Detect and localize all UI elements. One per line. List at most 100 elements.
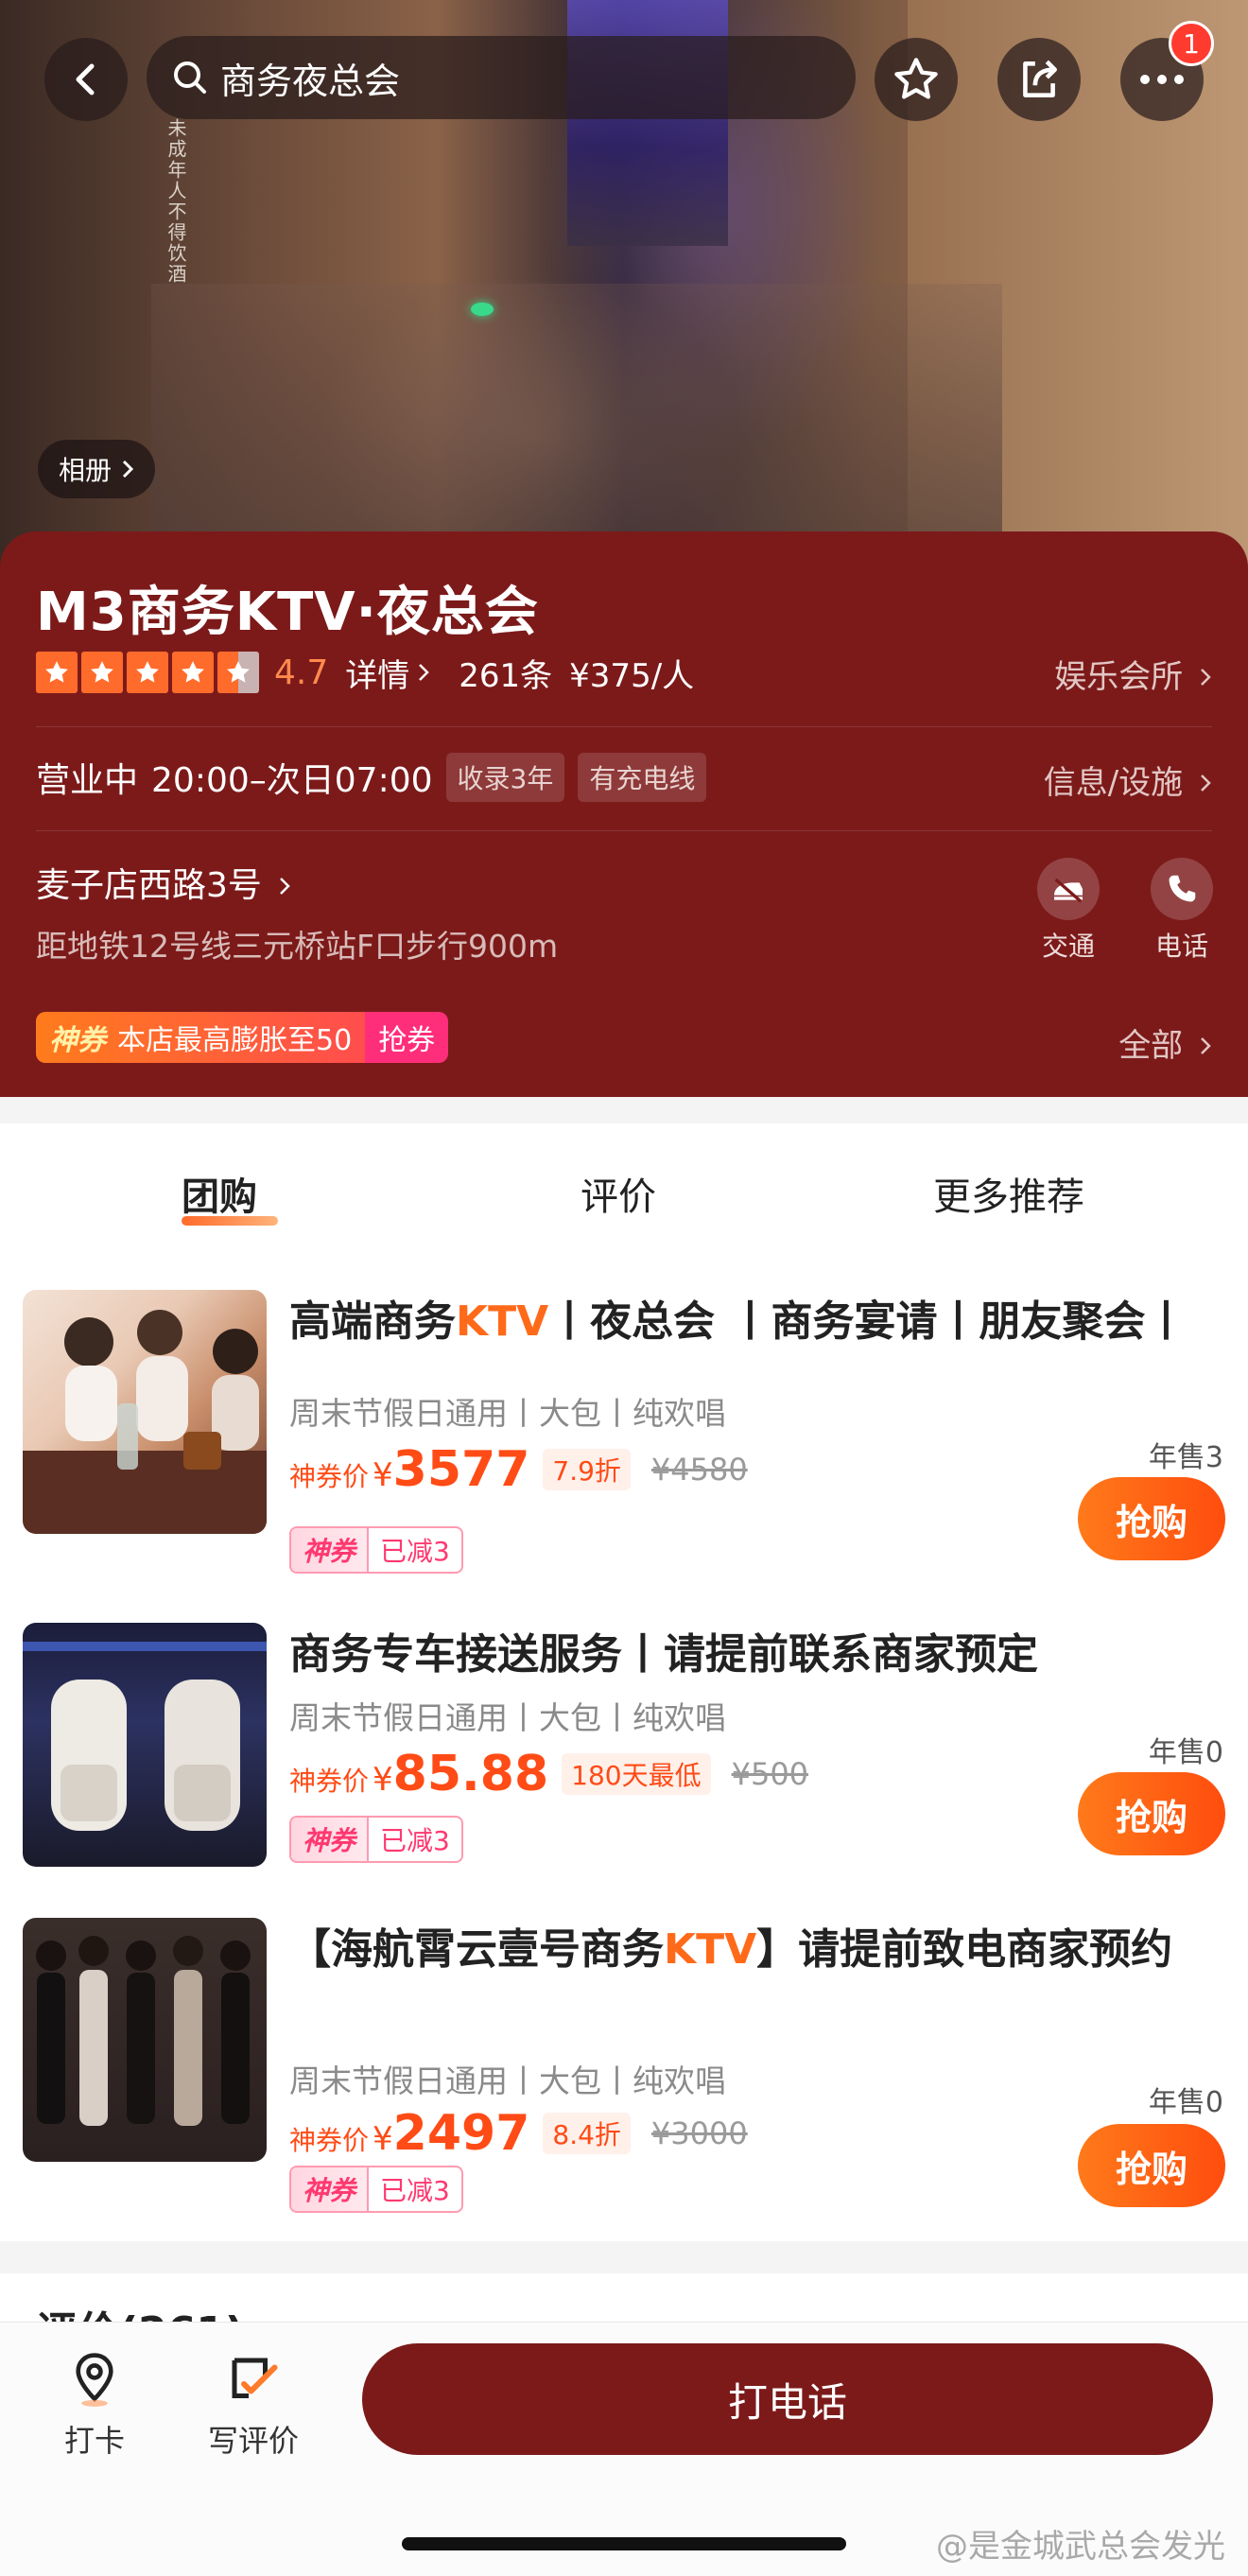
search-icon — [174, 61, 206, 94]
coupon-description: 本店最高膨胀至50 — [117, 1024, 353, 1057]
deal-coupon-tag[interactable]: 神券 已减3 — [289, 2166, 463, 2213]
share-button[interactable] — [997, 38, 1081, 121]
tab-more-recommendations[interactable]: 更多推荐 — [933, 1166, 1084, 1221]
price-label: 神券价 — [289, 1766, 370, 1797]
original-price: ¥4580 — [650, 1452, 748, 1488]
tab-bar: 团购 评价 更多推荐 — [0, 1123, 1248, 1256]
details-link[interactable]: 详情 — [345, 650, 409, 696]
divider — [36, 726, 1212, 727]
deal-thumbnail — [23, 1290, 267, 1534]
info-facilities-label: 信息/设施 — [1043, 764, 1184, 802]
currency: ¥ — [373, 2120, 393, 2158]
edit-review-icon — [232, 2358, 278, 2398]
all-coupons-link[interactable]: 全部 — [1118, 1019, 1212, 1066]
deal-title-text: 商务专车接送服务丨请提前联系商家预定 — [289, 1630, 1038, 1679]
tab-reviews[interactable]: 评价 — [581, 1166, 656, 1221]
deal-item[interactable]: 商务专车接送服务丨请提前联系商家预定 周末节假日通用丨大包丨纯欢唱 神券价 ¥ … — [0, 1623, 1248, 1906]
coupon-applied: 已减3 — [367, 1818, 461, 1861]
annual-sales: 年售0 — [1148, 1736, 1223, 1769]
price-value: 85.88 — [392, 1746, 549, 1802]
deal-title-highlight: KTV — [456, 1297, 549, 1346]
open-status: 营业中 — [36, 761, 139, 800]
coupon-applied: 已减3 — [367, 1528, 461, 1572]
chevron-right-icon — [1201, 669, 1211, 686]
discount-badge: 180天最低 — [562, 1753, 711, 1795]
price-label: 神券价 — [289, 2125, 370, 2156]
info-facilities-link[interactable]: 信息/设施 — [1044, 757, 1212, 803]
deal-coupon-tag[interactable]: 神券 已减3 — [289, 1816, 463, 1863]
favorite-button[interactable] — [875, 38, 958, 121]
phone-button[interactable]: 电话 — [1139, 858, 1224, 964]
write-review-button[interactable]: 写评价 — [201, 2351, 305, 2461]
star-half-icon — [217, 652, 259, 693]
divider — [36, 830, 1212, 831]
deals-section: 团购 评价 更多推荐 高端商务KTV丨夜总会 丨商务宴请丨朋友聚会丨 周末节假日… — [0, 1123, 1248, 2241]
price-value: 2497 — [392, 2105, 530, 2162]
chevron-right-icon — [1201, 775, 1211, 792]
coupon-brand: 神券 — [291, 1818, 368, 1861]
tag-charging-cable: 有充电线 — [578, 753, 707, 802]
hours-row: 营业中 20:00–次日07:00 收录3年 有充电线 — [36, 751, 707, 804]
search-bar[interactable]: 商务夜总会 — [147, 36, 856, 119]
tab-group-buy[interactable]: 团购 — [182, 1166, 257, 1221]
star-icon — [81, 652, 123, 693]
chevron-right-icon — [1201, 1037, 1211, 1054]
phone-icon — [1151, 858, 1213, 920]
review-count: 261条 — [459, 656, 553, 695]
photo-vertical-text: 未成年人不得饮酒 — [165, 118, 187, 285]
coupon-text: 神券 本店最高膨胀至50 — [36, 1012, 366, 1063]
buy-button[interactable]: 抢购 — [1078, 1477, 1225, 1560]
deal-subtitle: 周末节假日通用丨大包丨纯欢唱 — [289, 2063, 726, 2099]
currency: ¥ — [373, 1456, 393, 1494]
address-text: 麦子店西路3号 — [36, 866, 262, 905]
checkin-button[interactable]: 打卡 — [43, 2351, 147, 2461]
deal-item[interactable]: 高端商务KTV丨夜总会 丨商务宴请丨朋友聚会丨 周末节假日通用丨大包丨纯欢唱 神… — [0, 1290, 1248, 1583]
category-link[interactable]: 娱乐会所 — [1054, 651, 1212, 697]
discount-badge: 7.9折 — [543, 1449, 631, 1490]
buy-button[interactable]: 抢购 — [1078, 2124, 1225, 2207]
rating-score: 4.7 — [274, 653, 329, 692]
price-row: 神券价 ¥ 85.88 180天最低 ¥500 — [289, 1746, 808, 1802]
deal-title-text: 【海航霄云壹号商务 — [289, 1925, 664, 1974]
phone-label: 电话 — [1154, 931, 1208, 962]
more-dots-icon — [1140, 75, 1184, 84]
home-indicator — [402, 2537, 846, 2550]
shop-coupon-banner[interactable]: 神券 本店最高膨胀至50 抢券 — [36, 1012, 449, 1063]
buy-button[interactable]: 抢购 — [1078, 1772, 1225, 1855]
rating-row[interactable]: 4.7 详情 261条 ¥375/人 — [36, 650, 695, 696]
deal-thumbnail — [23, 1918, 267, 2162]
currency: ¥ — [373, 1761, 393, 1799]
original-price: ¥3000 — [650, 2115, 748, 2151]
price-row: 神券价 ¥ 3577 7.9折 ¥4580 — [289, 1441, 748, 1498]
deal-coupon-tag[interactable]: 神券 已减3 — [289, 1526, 463, 1574]
chevron-right-icon — [280, 878, 291, 895]
price-value: 3577 — [392, 1441, 530, 1498]
location-pin-icon — [76, 2353, 113, 2407]
shop-info-card: M3商务KTV·夜总会 4.7 详情 261条 ¥375/人 娱乐会所 营业中 … — [0, 531, 1248, 1097]
rating-stars — [36, 652, 259, 693]
album-label: 相册 — [59, 455, 113, 486]
back-button[interactable] — [44, 38, 128, 121]
back-arrow-icon — [76, 63, 95, 96]
grab-coupon-button[interactable]: 抢券 — [365, 1012, 449, 1063]
deal-title[interactable]: 【海航霄云壹号商务KTV】请提前致电商家预约 — [289, 1918, 1221, 1982]
transit-label: 交通 — [1041, 931, 1095, 962]
address-link[interactable]: 麦子店西路3号 — [36, 858, 291, 907]
active-tab-indicator — [182, 1216, 278, 1226]
album-button[interactable]: 相册 — [38, 440, 156, 498]
deal-thumbnail — [23, 1623, 267, 1867]
deal-subtitle: 周末节假日通用丨大包丨纯欢唱 — [289, 1699, 726, 1736]
tag-listed-years: 收录3年 — [445, 753, 565, 802]
original-price: ¥500 — [731, 1756, 809, 1792]
transit-button[interactable]: 交通 — [1026, 858, 1111, 964]
deal-item[interactable]: 【海航霄云壹号商务KTV】请提前致电商家预约 周末节假日通用丨大包丨纯欢唱 神券… — [0, 1918, 1248, 2213]
star-icon — [36, 652, 78, 693]
share-icon — [1023, 60, 1057, 97]
deal-title[interactable]: 商务专车接送服务丨请提前联系商家预定 — [289, 1623, 1221, 1687]
call-button[interactable]: 打电话 — [362, 2343, 1213, 2455]
floor-light — [471, 303, 494, 316]
checkin-label: 打卡 — [63, 2423, 125, 2459]
annual-sales: 年售0 — [1148, 2086, 1223, 2119]
deal-title[interactable]: 高端商务KTV丨夜总会 丨商务宴请丨朋友聚会丨 — [289, 1290, 1221, 1354]
avg-price: ¥375/人 — [569, 656, 695, 695]
